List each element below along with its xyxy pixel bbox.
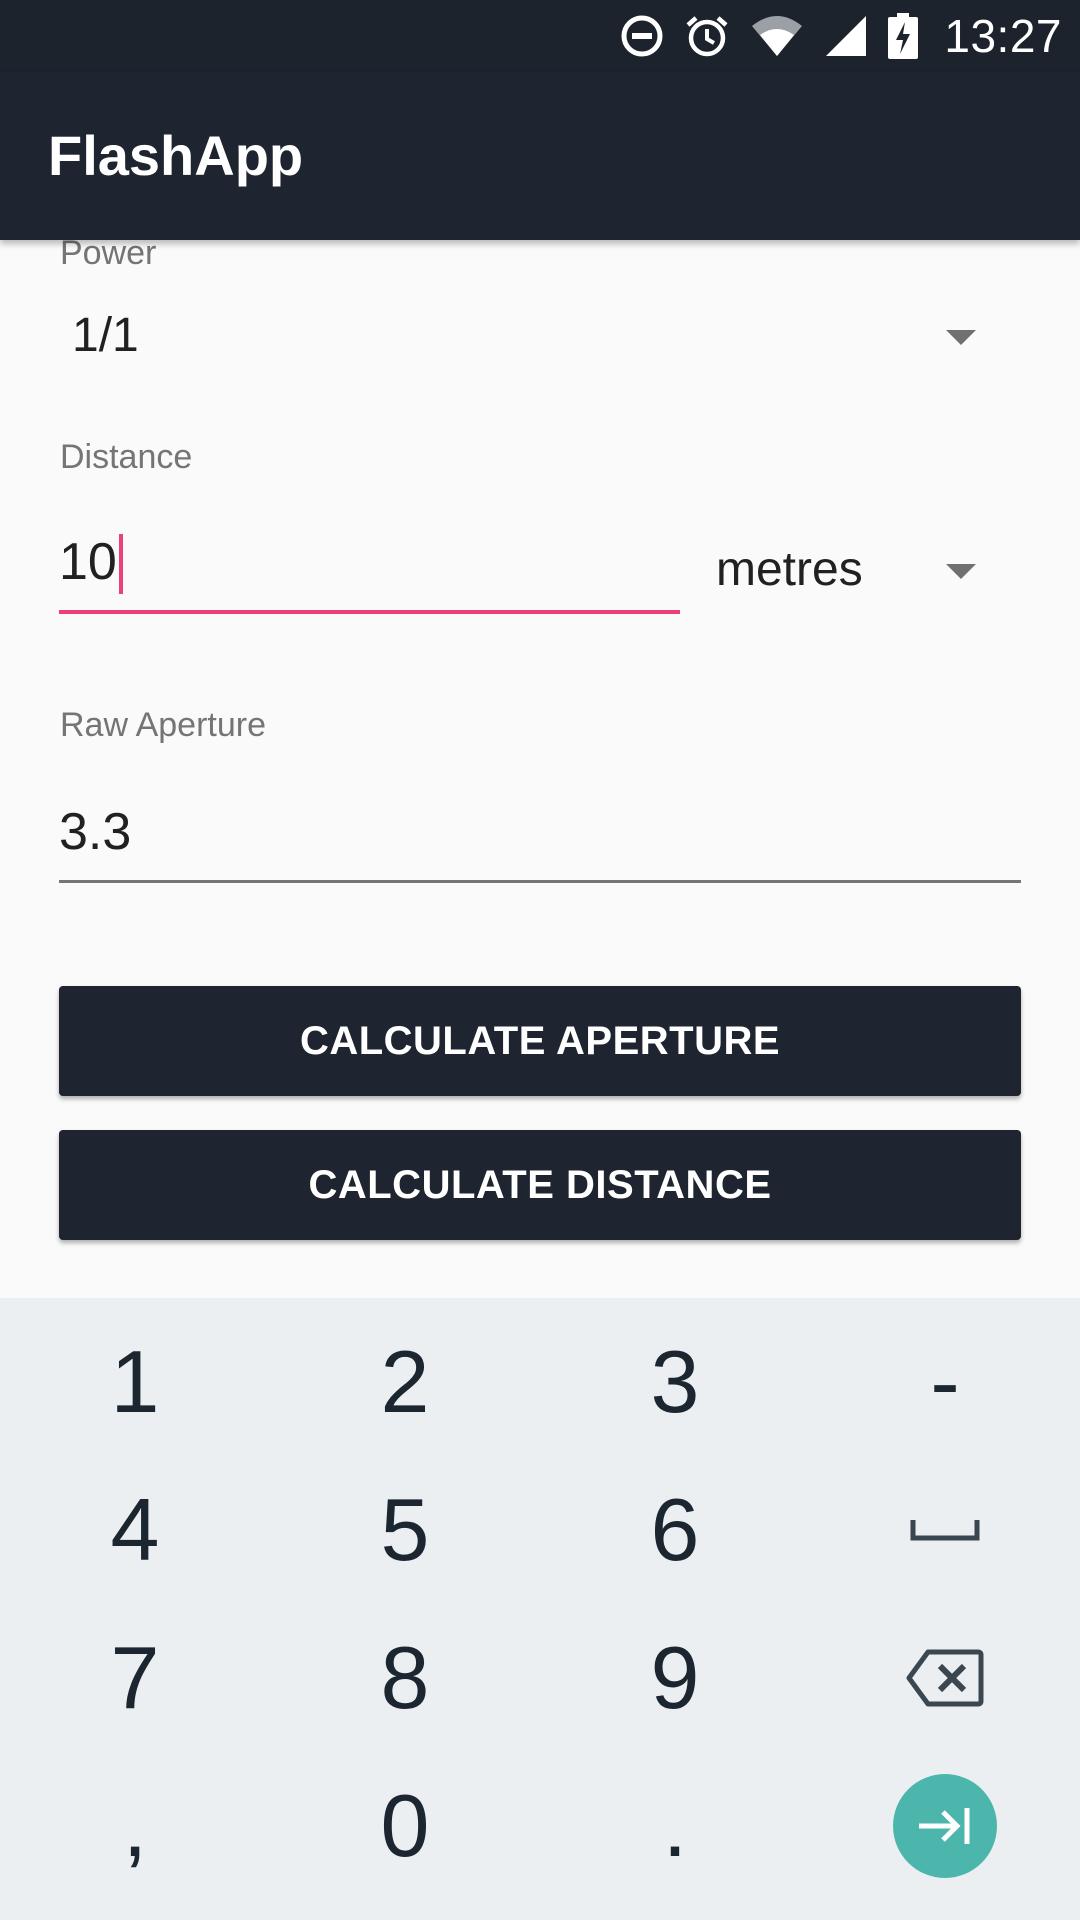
status-time: 13:27 — [944, 10, 1062, 62]
next-field-key[interactable] — [810, 1752, 1080, 1900]
distance-input[interactable]: 10 — [59, 520, 680, 620]
key-3[interactable]: 3 — [540, 1308, 810, 1456]
power-spinner[interactable]: 1/1 — [56, 290, 1020, 380]
space-icon — [910, 1520, 980, 1541]
app-title: FlashApp — [48, 124, 304, 187]
key-0[interactable]: 0 — [270, 1752, 540, 1900]
key-7[interactable]: 7 — [0, 1604, 270, 1752]
power-value: 1/1 — [72, 309, 139, 362]
key-minus[interactable]: - — [810, 1308, 1080, 1456]
key-backspace[interactable] — [810, 1604, 1080, 1752]
key-8[interactable]: 8 — [270, 1604, 540, 1752]
key-1[interactable]: 1 — [0, 1308, 270, 1456]
key-space[interactable] — [810, 1456, 1080, 1604]
app-bar: FlashApp — [0, 72, 1080, 240]
battery-charging-icon — [888, 13, 919, 59]
key-period[interactable]: . — [540, 1752, 810, 1900]
backspace-icon — [906, 1649, 984, 1707]
do-not-disturb-icon — [620, 14, 664, 58]
calculate-aperture-button[interactable]: CALCULATE APERTURE — [59, 986, 1021, 1096]
key-6[interactable]: 6 — [540, 1456, 810, 1604]
wifi-icon — [750, 14, 804, 58]
cell-signal-icon — [824, 14, 868, 58]
key-2[interactable]: 2 — [270, 1308, 540, 1456]
distance-underline — [59, 610, 680, 614]
status-icons: 13:27 — [620, 0, 1062, 72]
alarm-icon — [684, 13, 730, 59]
raw-aperture-label: Raw Aperture — [60, 706, 266, 744]
calculate-distance-button[interactable]: CALCULATE DISTANCE — [59, 1130, 1021, 1240]
power-label: Power — [60, 240, 157, 272]
form-content: Power 1/1 Distance 10 metres Raw Apertur… — [0, 240, 1080, 1298]
raw-aperture-input[interactable]: 3.3 — [59, 790, 1021, 886]
text-cursor — [119, 534, 123, 594]
raw-aperture-value: 3.3 — [59, 803, 132, 861]
distance-unit-spinner[interactable]: metres — [700, 530, 1020, 610]
key-5[interactable]: 5 — [270, 1456, 540, 1604]
distance-unit-value: metres — [716, 543, 863, 596]
chevron-down-icon — [946, 564, 976, 579]
distance-label: Distance — [60, 438, 193, 476]
next-field-icon — [919, 1808, 970, 1844]
raw-aperture-underline — [59, 880, 1021, 883]
chevron-down-icon — [946, 330, 976, 345]
key-9[interactable]: 9 — [540, 1604, 810, 1752]
status-bar: 13:27 — [0, 0, 1080, 72]
distance-value: 10 — [59, 533, 117, 591]
numeric-keyboard: 1 2 3 - 4 5 6 7 8 9 , 0 . — [0, 1298, 1080, 1920]
next-field-button[interactable] — [893, 1774, 997, 1878]
key-comma[interactable]: , — [0, 1752, 270, 1900]
key-4[interactable]: 4 — [0, 1456, 270, 1604]
